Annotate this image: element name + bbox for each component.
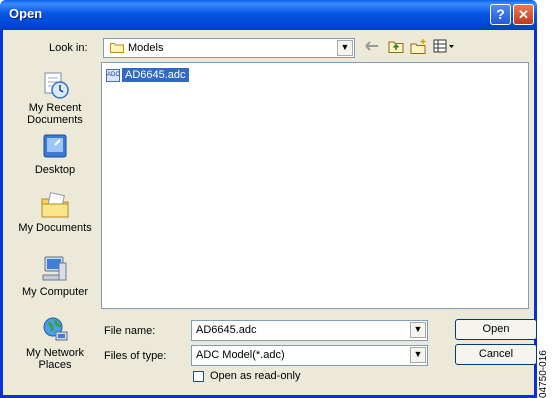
new-folder-icon[interactable] [410, 39, 427, 55]
places-bar: My Recent Documents Desktop My Documents… [12, 62, 98, 380]
views-menu-icon[interactable] [433, 39, 455, 55]
back-arrow-icon[interactable] [365, 39, 379, 55]
look-in-value: Models [128, 42, 164, 54]
dialog-title: Open [9, 6, 43, 21]
place-desktop[interactable]: Desktop [12, 132, 98, 176]
my-documents-icon [40, 190, 70, 220]
place-label: My Network Places [25, 347, 85, 371]
recent-documents-icon [40, 70, 70, 100]
place-label: My Recent Documents [27, 102, 83, 126]
chevron-down-icon[interactable]: ▼ [337, 40, 353, 56]
look-in-dropdown[interactable]: Models ▼ [103, 38, 355, 58]
file-type-value: ADC Model(*.adc) [196, 349, 285, 361]
file-type-dropdown[interactable]: ADC Model(*.adc) ▼ [191, 345, 428, 366]
file-name-label: File name: [104, 325, 156, 337]
place-label: My Computer [21, 286, 89, 298]
desktop-icon [40, 132, 70, 162]
look-in-label: Look in: [49, 42, 88, 54]
open-button[interactable]: Open [455, 319, 537, 340]
place-recent-documents[interactable]: My Recent Documents [12, 70, 98, 126]
file-name-field[interactable]: AD6645.adc ▼ [191, 320, 428, 341]
place-my-documents[interactable]: My Documents [12, 190, 98, 234]
file-name-value: AD6645.adc [196, 324, 257, 336]
figure-id: 04750-016 [538, 350, 549, 398]
file-list[interactable]: ADC AD6645.adc [101, 62, 529, 309]
place-my-computer[interactable]: My Computer [12, 254, 98, 298]
folder-icon [110, 42, 124, 53]
network-places-icon [40, 315, 70, 345]
close-button[interactable]: ✕ [513, 4, 534, 25]
title-bar[interactable]: Open ? ✕ [0, 0, 537, 30]
place-network-places[interactable]: My Network Places [12, 315, 98, 371]
chevron-down-icon[interactable]: ▼ [410, 347, 426, 363]
chevron-down-icon[interactable]: ▼ [410, 322, 426, 338]
read-only-label: Open as read-only [210, 370, 301, 382]
read-only-checkbox[interactable] [193, 371, 204, 382]
up-folder-icon[interactable] [388, 39, 404, 55]
file-type-label: Files of type: [104, 350, 167, 362]
place-label: My Documents [18, 222, 92, 234]
place-label: Desktop [34, 164, 76, 176]
cancel-button[interactable]: Cancel [455, 344, 537, 365]
list-item[interactable]: ADC AD6645.adc [106, 67, 189, 83]
adc-file-icon: ADC [106, 68, 120, 82]
help-button[interactable]: ? [490, 4, 511, 25]
file-name: AD6645.adc [122, 68, 189, 82]
my-computer-icon [40, 254, 70, 284]
